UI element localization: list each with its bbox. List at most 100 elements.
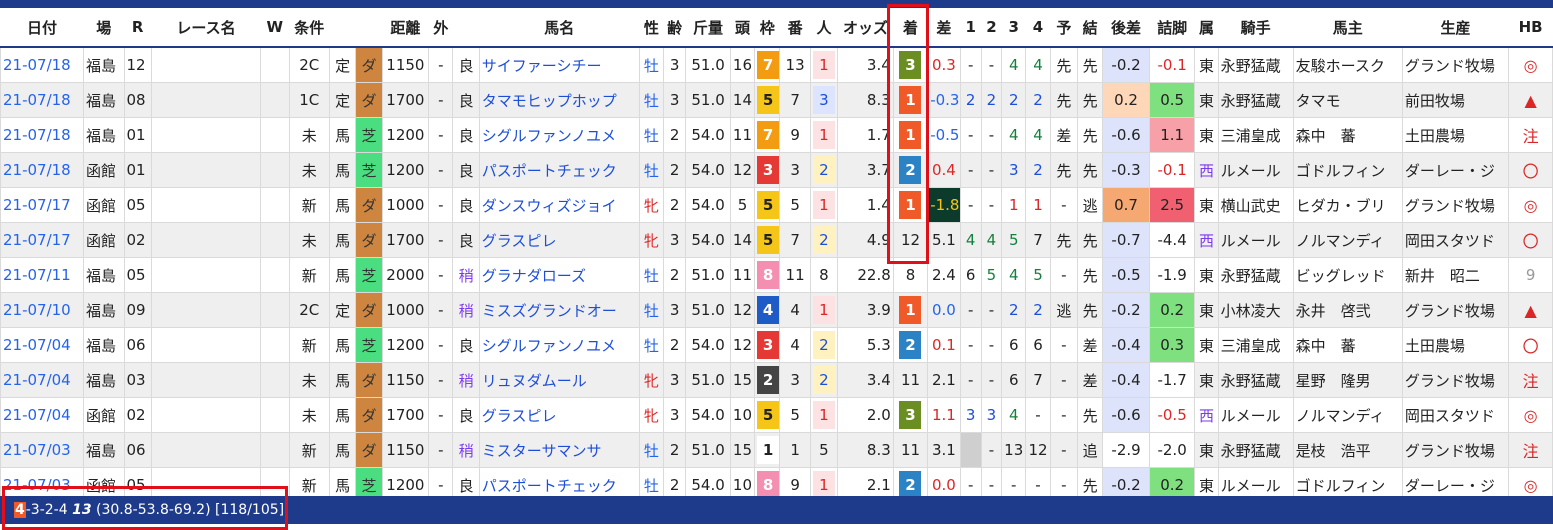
- cell-breeder[interactable]: 土田農場: [1401, 327, 1510, 363]
- cell-jockey[interactable]: 永野猛蔵: [1217, 362, 1294, 398]
- cell-horse[interactable]: グラナダローズ: [478, 257, 640, 293]
- cell-name[interactable]: [150, 257, 262, 293]
- col-header-5[interactable]: 条件: [289, 8, 330, 48]
- cell-breeder[interactable]: ダーレー・ジ: [1401, 152, 1510, 188]
- table-row[interactable]: 21-07/04 函館 02 未馬ダ 1700- 良グラスピレ牝 3 54.0 10 5 5 1 2.0…: [0, 397, 1553, 433]
- table-row[interactable]: 21-07/03 福島 06 新馬ダ 1150- 稍ミスターサマンサ牡 2 51.0 15 1 1 5…: [0, 432, 1553, 468]
- col-header-13[interactable]: 齢: [663, 8, 686, 48]
- col-header-30[interactable]: 属: [1194, 8, 1219, 48]
- cell-owner[interactable]: 森中 蕃: [1292, 327, 1403, 363]
- cell-date[interactable]: 21-07/18: [0, 46, 85, 83]
- cell-jockey[interactable]: 横山武史: [1217, 187, 1294, 223]
- table-row[interactable]: 21-07/04 福島 06 新馬芝 1200- 良シグルファンノユメ牡 2 54.0 12 3 4…: [0, 327, 1553, 363]
- cell-name[interactable]: [150, 222, 262, 258]
- cell-horse[interactable]: グラスピレ: [478, 397, 640, 433]
- cell-breeder[interactable]: グランド牧場: [1401, 362, 1510, 398]
- table-row[interactable]: 21-07/18 福島 08 1C 定ダ 1700- 良タマモヒップホップ牡 3 51.0 14 5…: [0, 82, 1553, 118]
- cell-owner[interactable]: ノルマンディ: [1292, 222, 1403, 258]
- col-header-15[interactable]: 頭: [730, 8, 755, 48]
- col-header-10[interactable]: [452, 8, 480, 48]
- cell-date[interactable]: 21-07/10: [0, 292, 85, 328]
- col-header-23[interactable]: 2: [981, 8, 1002, 48]
- cell-breeder[interactable]: グランド牧場: [1401, 187, 1510, 223]
- cell-horse[interactable]: シグルファンノユメ: [478, 117, 640, 153]
- cell-horse[interactable]: ダンスウィズジョイ: [478, 187, 640, 223]
- col-header-21[interactable]: 差: [927, 8, 961, 48]
- cell-horse[interactable]: サイファーシチー: [478, 46, 640, 83]
- cell-date[interactable]: 21-07/04: [0, 362, 85, 398]
- cell-jockey[interactable]: 三浦皇成: [1217, 327, 1294, 363]
- col-header-1[interactable]: 場: [83, 8, 124, 48]
- table-row[interactable]: 21-07/17 函館 05 新馬ダ 1000- 良ダンスウィズジョイ牝 2 54.0 5 5 5 1…: [0, 187, 1553, 223]
- col-header-19[interactable]: オッズ: [837, 8, 894, 48]
- cell-owner[interactable]: 友駿ホースク: [1292, 46, 1403, 83]
- col-header-14[interactable]: 斤量: [685, 8, 731, 48]
- cell-breeder[interactable]: グランド牧場: [1401, 432, 1510, 468]
- col-header-7[interactable]: [355, 8, 383, 48]
- cell-date[interactable]: 21-07/03: [0, 432, 85, 468]
- cell-jockey[interactable]: 永野猛蔵: [1217, 82, 1294, 118]
- cell-date[interactable]: 21-07/17: [0, 187, 85, 223]
- cell-owner[interactable]: 星野 隆男: [1292, 362, 1403, 398]
- cell-breeder[interactable]: グランド牧場: [1401, 292, 1510, 328]
- cell-owner[interactable]: ビッグレッド: [1292, 257, 1403, 293]
- cell-jockey[interactable]: 永野猛蔵: [1217, 432, 1294, 468]
- col-header-8[interactable]: 距離: [382, 8, 429, 48]
- cell-horse[interactable]: タマモヒップホップ: [478, 82, 640, 118]
- cell-horse[interactable]: グラスピレ: [478, 222, 640, 258]
- cell-breeder[interactable]: 新井 昭二: [1401, 257, 1510, 293]
- col-header-0[interactable]: 日付: [0, 8, 84, 48]
- col-header-16[interactable]: 枠: [754, 8, 780, 48]
- col-header-32[interactable]: 馬主: [1293, 8, 1403, 48]
- cell-name[interactable]: [150, 397, 262, 433]
- table-row[interactable]: 21-07/17 函館 02 未馬ダ 1700- 良グラスピレ牝 3 54.0 14 5 7 2 4.9…: [0, 222, 1553, 258]
- cell-horse[interactable]: ミスターサマンサ: [478, 432, 640, 468]
- col-header-31[interactable]: 騎手: [1218, 8, 1294, 48]
- table-row[interactable]: 21-07/18 福島 12 2C 定ダ 1150- 良サイファーシチー牡 3 51.0 16 7 1…: [0, 46, 1553, 83]
- cell-name[interactable]: [150, 82, 262, 118]
- cell-name[interactable]: [150, 432, 262, 468]
- col-header-28[interactable]: 後差: [1102, 8, 1150, 48]
- col-header-33[interactable]: 生産: [1402, 8, 1509, 48]
- col-header-25[interactable]: 4: [1025, 8, 1051, 48]
- col-header-11[interactable]: 馬名: [479, 8, 640, 48]
- table-row[interactable]: 21-07/11 福島 05 新馬芝 2000- 稍グラナダローズ牡 2 51.0 11 8 11 8…: [0, 257, 1553, 293]
- cell-owner[interactable]: 森中 蕃: [1292, 117, 1403, 153]
- cell-horse[interactable]: ミスズグランドオー: [478, 292, 640, 328]
- cell-name[interactable]: [150, 187, 262, 223]
- cell-name[interactable]: [150, 46, 262, 83]
- cell-jockey[interactable]: ルメール: [1217, 397, 1294, 433]
- cell-owner[interactable]: ノルマンディ: [1292, 397, 1403, 433]
- cell-horse[interactable]: シグルファンノユメ: [478, 327, 640, 363]
- col-header-24[interactable]: 3: [1001, 8, 1026, 48]
- cell-name[interactable]: [150, 362, 262, 398]
- col-header-20[interactable]: 着: [893, 8, 928, 48]
- cell-jockey[interactable]: 永野猛蔵: [1217, 257, 1294, 293]
- col-header-12[interactable]: 性: [639, 8, 664, 48]
- col-header-6[interactable]: [329, 8, 356, 48]
- cell-horse[interactable]: リュヌダムール: [478, 362, 640, 398]
- cell-date[interactable]: 21-07/18: [0, 82, 85, 118]
- cell-jockey[interactable]: ルメール: [1217, 222, 1294, 258]
- col-header-9[interactable]: 外: [428, 8, 453, 48]
- cell-name[interactable]: [150, 327, 262, 363]
- cell-jockey[interactable]: 小林凌大: [1217, 292, 1294, 328]
- cell-owner[interactable]: 永井 啓弐: [1292, 292, 1403, 328]
- cell-date[interactable]: 21-07/18: [0, 117, 85, 153]
- cell-date[interactable]: 21-07/04: [0, 327, 85, 363]
- cell-owner[interactable]: タマモ: [1292, 82, 1403, 118]
- cell-breeder[interactable]: 土田農場: [1401, 117, 1510, 153]
- cell-date[interactable]: 21-07/11: [0, 257, 85, 293]
- table-row[interactable]: 21-07/18 函館 01 未馬芝 1200- 良パスポートチェック牡 2 54.0 12 3 3…: [0, 152, 1553, 188]
- col-header-22[interactable]: 1: [960, 8, 982, 48]
- cell-owner[interactable]: ゴドルフィン: [1292, 152, 1403, 188]
- col-header-34[interactable]: HB: [1508, 8, 1553, 48]
- col-header-18[interactable]: 人: [810, 8, 838, 48]
- cell-horse[interactable]: パスポートチェック: [478, 152, 640, 188]
- cell-breeder[interactable]: グランド牧場: [1401, 46, 1510, 83]
- cell-owner[interactable]: ヒダカ・ブリ: [1292, 187, 1403, 223]
- cell-breeder[interactable]: 岡田スタツド: [1401, 222, 1510, 258]
- cell-breeder[interactable]: 前田牧場: [1401, 82, 1510, 118]
- cell-jockey[interactable]: 永野猛蔵: [1217, 46, 1294, 83]
- table-row[interactable]: 21-07/10 福島 09 2C 定ダ 1000- 稍ミスズグランドオー牡 3 51.0 12 4…: [0, 292, 1553, 328]
